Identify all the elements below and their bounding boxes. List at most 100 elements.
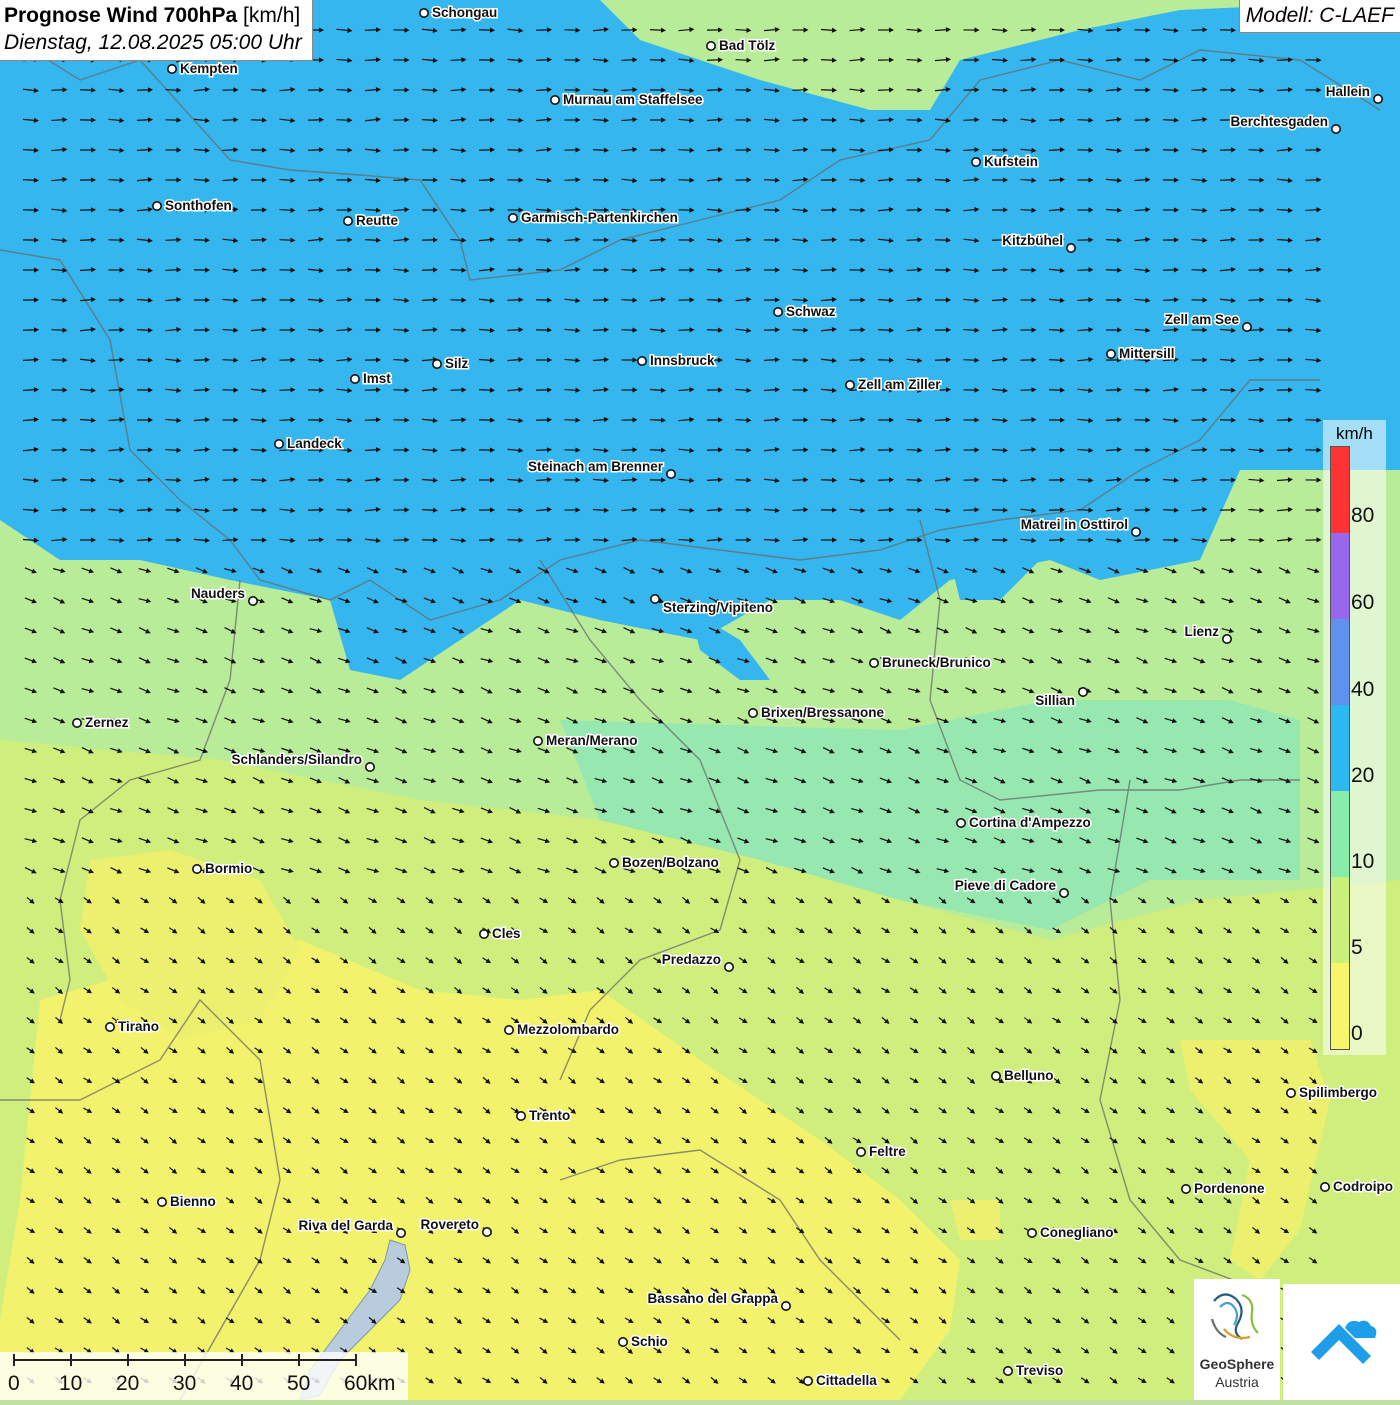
- city-name: Sillian: [1035, 693, 1075, 708]
- city-marker: Mezzolombardo: [505, 1022, 619, 1037]
- city-marker: Sonthofen: [153, 198, 232, 213]
- city-name: Garmisch-Partenkirchen: [521, 210, 678, 225]
- scale-label: 50: [287, 1372, 310, 1396]
- city-marker: Conegliano: [1028, 1225, 1114, 1240]
- city-name: Mittersill: [1119, 346, 1175, 361]
- city-marker: Pordenone: [1182, 1181, 1265, 1196]
- city-name: Schio: [631, 1334, 668, 1349]
- weather-app-logo[interactable]: [1283, 1284, 1400, 1400]
- legend-label: 40: [1351, 678, 1374, 702]
- geosphere-logo-line2: Austria: [1194, 1374, 1280, 1390]
- city-name: Spilimbergo: [1299, 1085, 1377, 1100]
- legend-label: 80: [1351, 504, 1374, 528]
- city-name: Berchtesgaden: [1230, 114, 1328, 129]
- city-name: Bad Tölz: [719, 38, 775, 53]
- city-name: Kitzbühel: [1002, 233, 1063, 248]
- city-name: Pordenone: [1194, 1181, 1265, 1196]
- color-legend: km/h 80 60 40 20 10 5 0: [1323, 420, 1386, 1055]
- city-name: Bormio: [205, 861, 252, 876]
- city-name: Predazzo: [662, 952, 721, 967]
- city-name: Bassano del Grappa: [647, 1291, 778, 1306]
- city-marker: Cortina d'Ampezzo: [957, 815, 1091, 830]
- city-name: Sonthofen: [165, 198, 232, 213]
- city-marker: Innsbruck: [638, 353, 715, 368]
- legend-colorbar: [1330, 446, 1350, 1050]
- city-name: Mezzolombardo: [517, 1022, 619, 1037]
- city-name: Cles: [492, 926, 521, 941]
- legend-swatch: [1331, 963, 1349, 1049]
- scale-label: 20: [116, 1372, 139, 1396]
- city-marker: Bruneck/Brunico: [870, 655, 991, 670]
- city-name: Sterzing/Vipiteno: [663, 600, 773, 615]
- model-label: Modell: C-LAEF: [1239, 0, 1400, 33]
- city-marker: Zell am Ziller: [846, 377, 941, 392]
- city-name: Zell am Ziller: [858, 377, 941, 392]
- city-name: Kufstein: [984, 154, 1038, 169]
- city-marker: Spilimbergo: [1287, 1085, 1377, 1100]
- legend-swatch: [1331, 533, 1349, 619]
- city-name: Schlanders/Silandro: [231, 752, 362, 767]
- city-name: Murnau am Staffelsee: [563, 92, 703, 107]
- legend-swatch: [1331, 877, 1349, 963]
- city-name: Hallein: [1326, 84, 1370, 99]
- mountain-cloud-icon: [1283, 1284, 1400, 1400]
- city-name: Imst: [363, 371, 391, 386]
- city-name: Feltre: [869, 1144, 906, 1159]
- city-name: Nauders: [191, 586, 245, 601]
- city-name: Bruneck/Brunico: [882, 655, 991, 670]
- legend-label: 20: [1351, 764, 1374, 788]
- city-name: Cittadella: [816, 1373, 877, 1388]
- legend-label: 0: [1351, 1022, 1363, 1046]
- city-name: Pieve di Cadore: [955, 878, 1057, 893]
- city-name: Matrei in Osttirol: [1021, 517, 1128, 532]
- city-name: Riva del Garda: [298, 1218, 393, 1233]
- city-name: Trento: [529, 1108, 570, 1123]
- city-marker: Bozen/Bolzano: [610, 855, 719, 870]
- map-title: Prognose Wind 700hPa [km/h] Dienstag, 12…: [0, 0, 313, 61]
- city-name: Zernez: [85, 715, 129, 730]
- city-name: Rovereto: [420, 1217, 479, 1232]
- legend-label: 10: [1351, 850, 1374, 874]
- legend-swatch: [1331, 447, 1349, 533]
- city-name: Reutte: [356, 213, 398, 228]
- geosphere-logo-icon: [1194, 1279, 1280, 1355]
- legend-swatch: [1331, 619, 1349, 705]
- scale-label: 40: [230, 1372, 253, 1396]
- city-name: Silz: [445, 356, 469, 371]
- scale-label: 60km: [344, 1372, 395, 1396]
- city-marker: Garmisch-Partenkirchen: [509, 210, 678, 225]
- wind-map: Schongau Bad Tölz Kempten Murnau am Staffel…: [0, 0, 1400, 1400]
- city-marker: Schongau: [420, 5, 497, 20]
- legend-unit: km/h: [1336, 424, 1373, 444]
- title-unit: [km/h]: [243, 4, 300, 27]
- city-name: Bozen/Bolzano: [622, 855, 719, 870]
- city-name: Steinach am Brenner: [528, 459, 664, 474]
- scale-label: 10: [59, 1372, 82, 1396]
- legend-swatch: [1331, 705, 1349, 791]
- city-name: Landeck: [287, 436, 342, 451]
- forecast-datetime: Dienstag, 12.08.2025 05:00 Uhr: [4, 29, 302, 56]
- city-name: Lienz: [1184, 624, 1219, 639]
- city-name: Schongau: [432, 5, 497, 20]
- scale-label: 0: [8, 1372, 20, 1396]
- city-name: Meran/Merano: [546, 733, 638, 748]
- scale-label: 30: [173, 1372, 196, 1396]
- city-marker: Murnau am Staffelsee: [551, 92, 703, 107]
- city-name: Belluno: [1004, 1068, 1054, 1083]
- city-name: Tirano: [118, 1019, 159, 1034]
- city-name: Innsbruck: [650, 353, 715, 368]
- city-name: Treviso: [1016, 1363, 1063, 1378]
- city-marker: Brixen/Bressanone: [749, 705, 885, 720]
- city-name: Schwaz: [786, 304, 836, 319]
- geosphere-logo: GeoSphere Austria: [1194, 1279, 1280, 1400]
- city-marker: Meran/Merano: [534, 733, 638, 748]
- city-name: Cortina d'Ampezzo: [969, 815, 1091, 830]
- legend-label: 5: [1351, 936, 1363, 960]
- city-name: Bienno: [170, 1194, 216, 1209]
- legend-label: 60: [1351, 591, 1374, 615]
- city-name: Brixen/Bressanone: [761, 705, 885, 720]
- city-name: Codroipo: [1333, 1179, 1393, 1194]
- city-name: Kempten: [180, 61, 238, 76]
- city-name: Conegliano: [1040, 1225, 1114, 1240]
- scale-bar: 0 10 20 30 40 50 60km: [0, 1352, 408, 1400]
